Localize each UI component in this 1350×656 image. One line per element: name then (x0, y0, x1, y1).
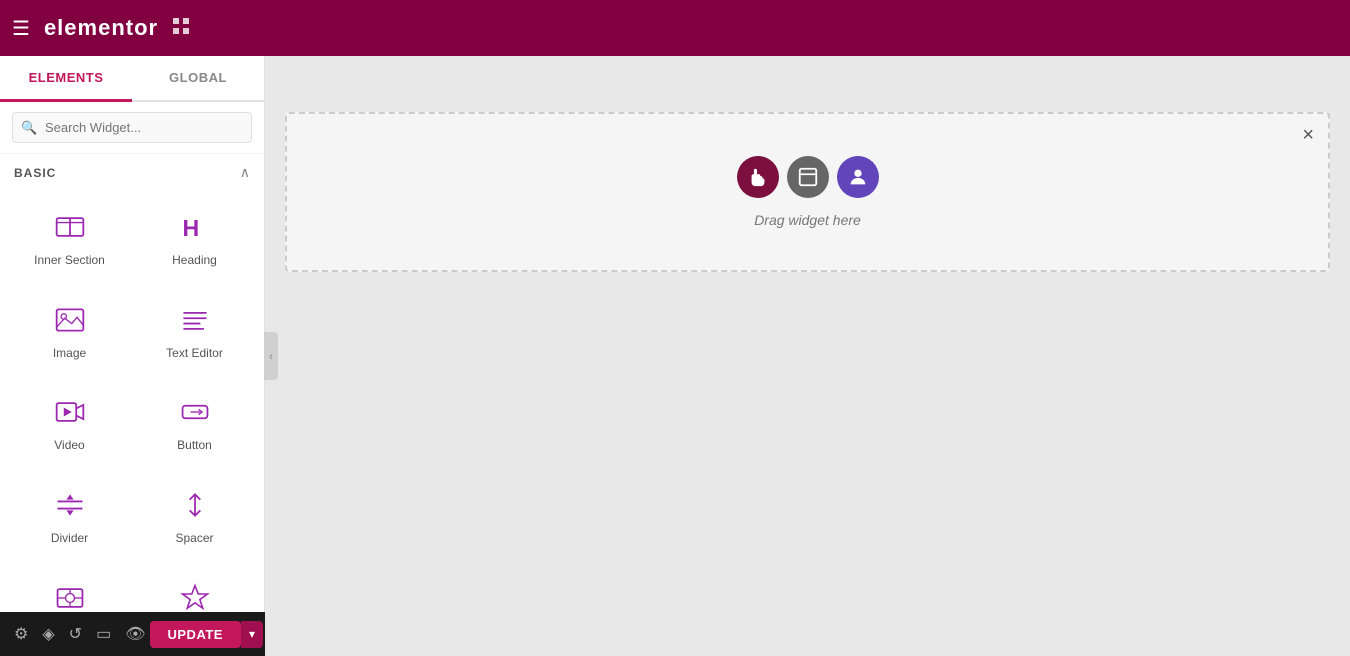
svg-text:H: H (182, 215, 199, 241)
widget-image[interactable]: Image (8, 284, 131, 375)
responsive-icon[interactable]: ▭ (92, 620, 115, 648)
widget-label: Divider (51, 531, 88, 545)
top-bar: ☰ elementor (0, 0, 1350, 56)
main-layout: ELEMENTS GLOBAL 🔍 BASIC ∧ (0, 56, 1350, 656)
layout-action-circle[interactable] (787, 156, 829, 198)
update-group: UPDATE ▾ (150, 621, 264, 648)
inner-section-icon (52, 209, 88, 245)
sidebar: ELEMENTS GLOBAL 🔍 BASIC ∧ (0, 56, 265, 656)
layers-icon[interactable]: ◈ (38, 620, 58, 648)
search-input[interactable] (12, 112, 252, 143)
basic-section-label: BASIC (14, 166, 56, 180)
tab-elements[interactable]: ELEMENTS (0, 56, 132, 102)
widget-label: Inner Section (34, 253, 105, 267)
widget-label: Button (177, 438, 212, 452)
divider-icon (52, 487, 88, 523)
spacer-icon (177, 487, 213, 523)
update-dropdown-button[interactable]: ▾ (241, 621, 263, 648)
icon-icon (177, 580, 213, 616)
bottom-toolbar: ⚙ ◈ ↺ ▭ 👁 UPDATE ▾ (0, 612, 265, 656)
heading-icon: H (177, 209, 213, 245)
search-icon: 🔍 (21, 120, 37, 136)
canvas: Drag widget here × (265, 56, 1350, 656)
widget-label: Video (54, 438, 84, 452)
top-bar-left: ☰ elementor (12, 15, 190, 41)
widget-button[interactable]: Button (133, 376, 256, 467)
toolbar-left-icons: ⚙ ◈ ↺ ▭ 👁 (10, 620, 150, 648)
widget-label: Heading (172, 253, 217, 267)
widget-video[interactable]: Video (8, 376, 131, 467)
widget-label: Spacer (175, 531, 213, 545)
widget-label: Image (53, 346, 86, 360)
video-icon (52, 394, 88, 430)
collapse-handle[interactable]: ‹ (264, 332, 278, 380)
widget-label: Text Editor (166, 346, 223, 360)
sidebar-tabs: ELEMENTS GLOBAL (0, 56, 264, 102)
widget-grid: Inner Section H Heading (0, 187, 264, 656)
basic-collapse-icon[interactable]: ∧ (240, 164, 250, 181)
content-section: Drag widget here × (285, 112, 1330, 272)
search-wrapper: 🔍 (12, 112, 252, 143)
settings-icon[interactable]: ⚙ (10, 620, 32, 648)
drag-widget-text: Drag widget here (754, 212, 861, 228)
widget-spacer[interactable]: Spacer (133, 469, 256, 560)
tab-global[interactable]: GLOBAL (132, 56, 264, 100)
basic-section-header: BASIC ∧ (0, 154, 264, 187)
widget-heading[interactable]: H Heading (133, 191, 256, 282)
text-editor-icon (177, 302, 213, 338)
history-icon[interactable]: ↺ (65, 620, 86, 648)
widget-text-editor[interactable]: Text Editor (133, 284, 256, 375)
preview-icon[interactable]: 👁 (121, 620, 149, 648)
widget-divider[interactable]: Divider (8, 469, 131, 560)
user-action-circle[interactable] (837, 156, 879, 198)
elementor-logo: elementor (44, 15, 158, 41)
close-section-button[interactable]: × (1302, 124, 1314, 147)
hamburger-icon[interactable]: ☰ (12, 16, 30, 41)
image-icon (52, 302, 88, 338)
grid-icon[interactable] (172, 17, 190, 40)
widget-actions (737, 156, 879, 198)
button-icon (177, 394, 213, 430)
update-button[interactable]: UPDATE (150, 621, 241, 648)
google-maps-icon (52, 580, 88, 616)
widget-inner-section[interactable]: Inner Section (8, 191, 131, 282)
search-container: 🔍 (0, 102, 264, 154)
pointer-action-circle[interactable] (737, 156, 779, 198)
